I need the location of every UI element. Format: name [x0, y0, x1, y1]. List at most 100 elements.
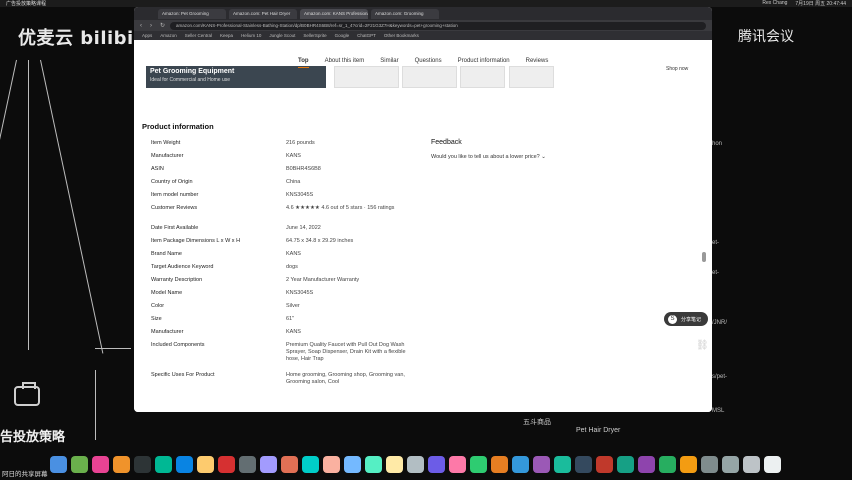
dock-app-icon[interactable] [92, 455, 109, 473]
page-scrollbar[interactable] [702, 252, 706, 262]
share-notes-button[interactable]: S 分享笔记 [664, 312, 708, 326]
dock-app-icon[interactable] [743, 455, 760, 473]
dock-app-icon[interactable] [533, 455, 550, 473]
dock-app-icon[interactable] [764, 455, 781, 473]
browser-tab[interactable]: Amazon.com: Grooming [371, 8, 439, 19]
dock-app-icon[interactable] [554, 455, 571, 473]
info-value: KANS [286, 251, 301, 257]
info-row: Warranty Description 2 Year Manufacturer … [151, 277, 406, 290]
feedback-section: Feedback Would you like to tell us about… [431, 139, 546, 160]
dock-app-icon[interactable] [239, 455, 256, 473]
dock-app-icon[interactable] [155, 455, 172, 473]
promo-image[interactable] [460, 66, 505, 88]
info-key: Country of Origin [151, 179, 193, 185]
lower-price-link[interactable]: Would you like to tell us about a lower … [431, 154, 546, 160]
bilibili-watermark: 优麦云 bilibili [18, 28, 148, 49]
bookmark-item[interactable]: Amazon [160, 33, 177, 38]
feedback-title: Feedback [431, 139, 462, 146]
background-text: s/pet- [712, 374, 728, 380]
info-value: China [286, 179, 301, 185]
address-bar[interactable]: amazon.com/KANS-Professional-Stainless-B… [170, 21, 706, 30]
info-value: Home grooming, Grooming shop, Grooming v… [286, 372, 405, 385]
dock-app-icon[interactable] [722, 455, 739, 473]
browser-tab[interactable]: Amazon: Pet Grooming [158, 8, 226, 19]
dock-app-icon[interactable] [71, 455, 88, 473]
info-key: Item Weight [151, 140, 181, 146]
dock-app-icon[interactable] [428, 455, 445, 473]
screen-share-caption: 阿日的共享屏幕 [2, 470, 48, 478]
bookmark-item[interactable]: Helium 10 [241, 33, 261, 38]
dock-app-icon[interactable] [680, 455, 697, 473]
bookmark-item[interactable]: Apps [142, 33, 152, 38]
dock-app-icon[interactable] [659, 455, 676, 473]
dock-app-icon[interactable] [449, 455, 466, 473]
info-value: 64.75 x 34.8 x 29.29 inches [286, 238, 354, 244]
dock-app-icon[interactable] [344, 455, 361, 473]
dock-app-icon[interactable] [407, 455, 424, 473]
info-value: KANS [286, 329, 301, 335]
amazon-product-page: Pet Grooming Equipment Ideal for Commerc… [134, 40, 712, 412]
dock-app-icon[interactable] [323, 455, 340, 473]
subnav-reviews[interactable]: Reviews [526, 58, 549, 64]
info-value[interactable]: 4.6 ★★★★★ 4.6 out of 5 stars · 156 ratin… [286, 205, 406, 225]
dock-app-icon[interactable] [470, 455, 487, 473]
subnav-questions[interactable]: Questions [415, 58, 442, 64]
info-value: Premium Quality Faucet with Pull Out Dog… [286, 342, 406, 362]
info-row: Customer Reviews 4.6 ★★★★★ 4.6 out of 5 s… [151, 205, 406, 225]
dock-app-icon[interactable] [281, 455, 298, 473]
back-arrow-icon[interactable]: ‹ [140, 23, 146, 29]
background-text: hon [712, 141, 723, 147]
dock-app-icon[interactable] [512, 455, 529, 473]
dock-app-icon[interactable] [260, 455, 277, 473]
subnav-top[interactable]: Top [298, 58, 309, 68]
background-line [0, 59, 17, 354]
subnav-about[interactable]: About this item [325, 58, 365, 64]
bookmark-item[interactable]: SellerSprite [303, 33, 326, 38]
menubar-app-title: 广告投放策略课程 [6, 1, 47, 7]
bookmark-item[interactable]: Other Bookmarks [384, 33, 419, 38]
promo-banner[interactable]: Pet Grooming Equipment Ideal for Commerc… [146, 66, 326, 88]
dock-app-icon[interactable] [386, 455, 403, 473]
dock-app-icon[interactable] [50, 455, 67, 473]
bookmark-item[interactable]: Seller Central [185, 33, 212, 38]
info-value: B0BHR4S6B8 [286, 166, 321, 172]
link-icon[interactable]: ⛓ [696, 340, 709, 351]
subnav-similar[interactable]: Similar [380, 58, 398, 64]
dock-app-icon[interactable] [197, 455, 214, 473]
background-text: Pet Hair Dryer [576, 427, 621, 434]
dock-app-icon[interactable] [302, 455, 319, 473]
menubar-user[interactable]: Rex Chang [762, 0, 787, 7]
browser-tab[interactable]: Amazon.com: Pet Hair Dryer [229, 8, 297, 19]
promo-image[interactable] [402, 66, 457, 88]
info-row: Item Package Dimensions L x W x H 64.75 x… [151, 238, 406, 251]
background-text: 五斗商品 [523, 419, 551, 426]
bookmark-item[interactable]: ChatGPT [357, 33, 376, 38]
bookmark-item[interactable]: Keepa [220, 33, 233, 38]
info-row: Color Silver [151, 303, 406, 316]
bookmark-item[interactable]: Jungle Scout [269, 33, 295, 38]
reload-icon[interactable]: ↻ [160, 23, 166, 29]
dock-app-icon[interactable] [575, 455, 592, 473]
dock-app-icon[interactable] [113, 455, 130, 473]
dock-app-icon[interactable] [638, 455, 655, 473]
dock-app-icon[interactable] [218, 455, 235, 473]
info-key: Size [151, 316, 162, 322]
dock-app-icon[interactable] [365, 455, 382, 473]
dock-app-icon[interactable] [134, 455, 151, 473]
dock-app-icon[interactable] [491, 455, 508, 473]
dock-app-icon[interactable] [617, 455, 634, 473]
info-key: Manufacturer [151, 329, 184, 335]
browser-tab-active[interactable]: Amazon.com: KANS Professional [300, 8, 368, 19]
share-notes-label: 分享笔记 [681, 316, 702, 323]
info-value: KANS [286, 153, 301, 159]
info-key: Item Package Dimensions L x W x H [151, 238, 241, 244]
course-title-text: 告投放策略 [0, 430, 66, 445]
dock-app-icon[interactable] [176, 455, 193, 473]
dock-app-icon[interactable] [701, 455, 718, 473]
bookmark-item[interactable]: Google [335, 33, 350, 38]
promo-image[interactable] [334, 66, 399, 88]
subnav-product-information[interactable]: Product information [458, 58, 510, 64]
forward-arrow-icon[interactable]: › [150, 23, 156, 29]
promo-image[interactable] [509, 66, 554, 88]
dock-app-icon[interactable] [596, 455, 613, 473]
